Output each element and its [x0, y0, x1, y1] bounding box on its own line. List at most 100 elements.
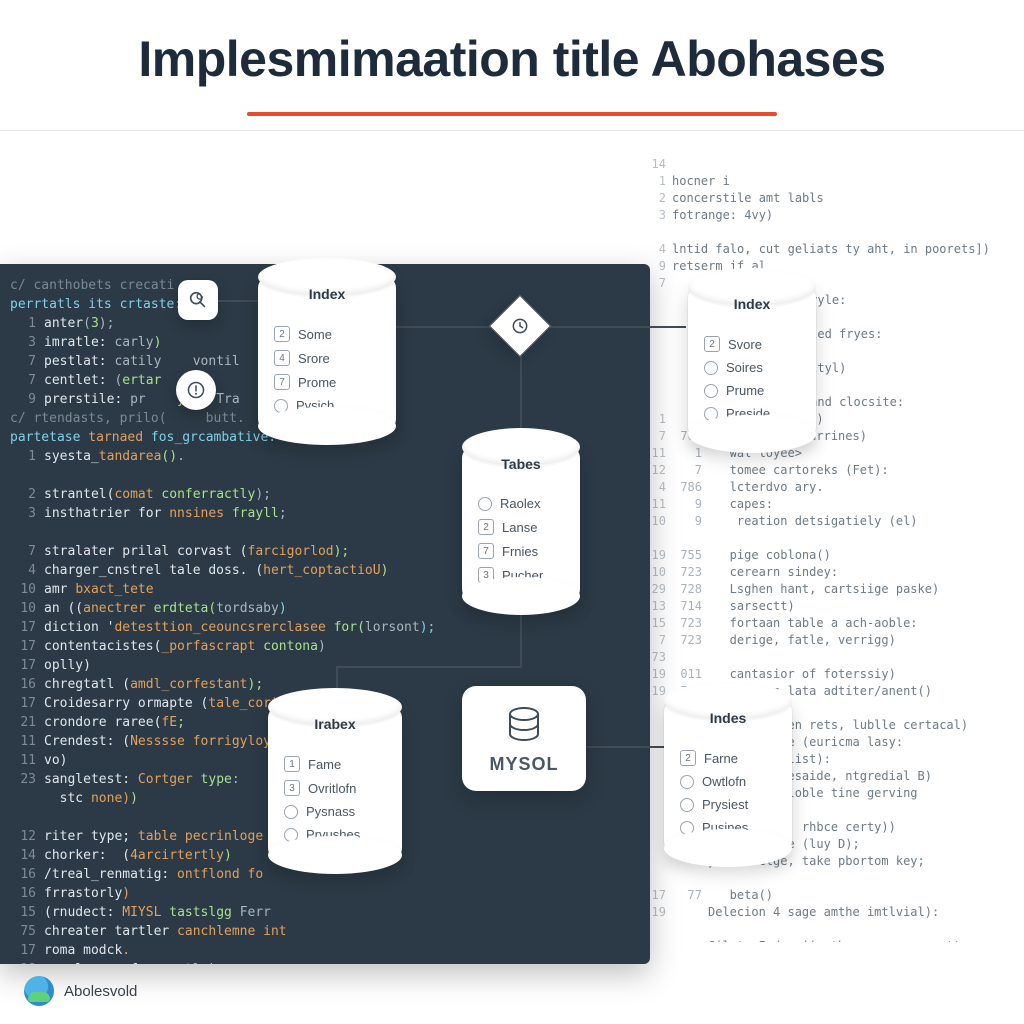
- mysql-label: MYSOL: [482, 754, 566, 775]
- right-code-line: 119 capes:: [644, 496, 1000, 513]
- right-code-line: 7723 derige, fatle, verrigg): [644, 632, 1000, 649]
- alert-icon: [186, 380, 206, 400]
- row-label: Pucher: [502, 568, 543, 583]
- card-row[interactable]: Prvushes: [282, 823, 388, 846]
- card-row[interactable]: Prysiest: [678, 793, 778, 816]
- row-label: Soires: [726, 360, 763, 375]
- connector-line: [218, 300, 258, 302]
- code-line: 18sunpler_arafer cartly).: [10, 960, 640, 964]
- card-rows: Raolex2Lanse7Frnies 3 Pucher: [476, 492, 566, 587]
- card-row[interactable]: Pysnass: [282, 800, 388, 823]
- row-label: Pusines: [702, 820, 748, 835]
- circle-icon: [704, 361, 718, 375]
- right-code-line: 14: [644, 156, 1000, 173]
- brand-logo-icon: [24, 976, 54, 1006]
- right-code-line: 3fotrange: 4vy): [644, 207, 1000, 224]
- code-line: 17diction 'detesttion_ceouncsrerclasee f…: [10, 618, 640, 637]
- right-code-line: [644, 530, 1000, 547]
- card-row[interactable]: 2 Farne: [678, 746, 778, 770]
- card-row[interactable]: 2 Some: [272, 322, 382, 346]
- right-code-line: Gilate I des iis the neyr caransrtton, o…: [644, 938, 1000, 942]
- circle-icon: [680, 821, 694, 835]
- connector-line: [586, 746, 666, 748]
- row-label: Srore: [298, 351, 330, 366]
- row-label: Fame: [308, 757, 341, 772]
- card-row[interactable]: 1Fame: [282, 752, 388, 776]
- card-row[interactable]: Prume: [702, 379, 802, 402]
- card-row[interactable]: 3Ovritlofn: [282, 776, 388, 800]
- card-row[interactable]: 2Lanse: [476, 515, 566, 539]
- db-card-index-top[interactable]: Index 2Some4Srore7PromePysich: [258, 276, 396, 431]
- row-label: Farne: [704, 751, 738, 766]
- card-title: Irabex: [268, 716, 402, 732]
- code-line: 16frrastorly): [10, 884, 640, 903]
- database-icon: [502, 704, 546, 748]
- row-label: Lanse: [502, 520, 537, 535]
- right-code-line: [644, 870, 1000, 887]
- page-title: Implesmimaation title Abohases: [0, 30, 1024, 88]
- code-line: 17roma modck.: [10, 941, 640, 960]
- mysql-node[interactable]: MYSOL: [462, 686, 586, 791]
- right-code-line: 4786 lcterdvo ary.: [644, 479, 1000, 496]
- checkbox-icon: 7: [274, 374, 290, 390]
- card-rows: 1Fame3OvritlofnPysnass Prvushes: [282, 752, 388, 846]
- db-card-index-top-right[interactable]: Index 2Svore Soires Prume Preside: [688, 286, 816, 439]
- right-code-line: [644, 224, 1000, 241]
- db-card-tabes[interactable]: Tabes Raolex2Lanse7Frnies3Pucher: [462, 446, 580, 601]
- card-rows: 2 Some 4Srore7Prome Pysich: [272, 322, 382, 417]
- card-row[interactable]: 4Srore: [272, 346, 382, 370]
- card-row[interactable]: Raolex: [476, 492, 566, 515]
- row-label: Owtlofn: [702, 774, 746, 789]
- card-title: Indes: [664, 710, 792, 726]
- right-code-line: 109 reation detsigatiely (el): [644, 513, 1000, 530]
- card-row[interactable]: 2Svore: [702, 332, 802, 356]
- card-title: Index: [688, 296, 816, 312]
- card-row[interactable]: Owtlofn: [678, 770, 778, 793]
- right-code-line: 1777 beta(): [644, 887, 1000, 904]
- connector-line: [546, 326, 686, 328]
- clock-icon: [510, 316, 530, 336]
- circle-icon: [704, 384, 718, 398]
- card-rows: 2Svore Soires Prume Preside: [702, 332, 802, 425]
- right-code-line: 10723 cerearn sindey:: [644, 564, 1000, 581]
- card-row[interactable]: 7Prome: [272, 370, 382, 394]
- row-label: Preside: [726, 406, 770, 421]
- right-code-line: 9retserm if al: [644, 258, 1000, 275]
- card-row[interactable]: 7Frnies: [476, 539, 566, 563]
- right-code-line: 15723 fortaan table a ach-aoble:: [644, 615, 1000, 632]
- right-code-line: 111 wal loyee>: [644, 445, 1000, 462]
- circle-icon: [274, 399, 288, 413]
- card-row[interactable]: Soires: [702, 356, 802, 379]
- refresh-search-button[interactable]: [178, 280, 218, 320]
- circle-icon: [704, 407, 718, 421]
- card-row[interactable]: Pusines: [678, 816, 778, 839]
- circle-icon: [478, 497, 492, 511]
- checkbox-icon: 2: [274, 326, 290, 342]
- circle-icon: [680, 798, 694, 812]
- right-code-line: 19Delecion 4 sage amthe imtlvial):: [644, 904, 1000, 921]
- checkbox-icon: 2: [680, 750, 696, 766]
- checkbox-icon: 7: [478, 543, 494, 559]
- card-row[interactable]: 3 Pucher: [476, 563, 566, 587]
- row-label: Some: [298, 327, 332, 342]
- row-label: Prvushes: [306, 827, 360, 842]
- title-underline: [247, 112, 777, 116]
- row-label: Ovritlofn: [308, 781, 356, 796]
- right-code-line: 19011 cantasior of foterssiy): [644, 666, 1000, 683]
- card-row[interactable]: Pysich: [272, 394, 382, 417]
- row-label: Pysich: [296, 398, 334, 413]
- connector-line: [520, 608, 522, 666]
- alert-circle-button[interactable]: [176, 370, 216, 410]
- card-row[interactable]: Preside: [702, 402, 802, 425]
- right-code-line: 4lntid falo, cut geliats ty aht, in poor…: [644, 241, 1000, 258]
- brand-name: Abolesvold: [64, 983, 137, 1000]
- row-label: Prume: [726, 383, 764, 398]
- code-line: 15(rnudect: MIYSL tastslgg Ferr: [10, 903, 640, 922]
- checkbox-icon: 3: [478, 567, 494, 583]
- db-card-irabex[interactable]: Irabex 1Fame3OvritlofnPysnass Prvushes: [268, 706, 402, 860]
- right-code-line: 13714 sarsectt): [644, 598, 1000, 615]
- circle-icon: [284, 805, 298, 819]
- db-card-indes[interactable]: Indes 2 Farne Owtlofn Prysiest Pusines: [664, 700, 792, 853]
- right-code-line: 127 tomee cartoreks (Fet):: [644, 462, 1000, 479]
- code-line: 17contentacistes(_porfascrapt contona): [10, 637, 640, 656]
